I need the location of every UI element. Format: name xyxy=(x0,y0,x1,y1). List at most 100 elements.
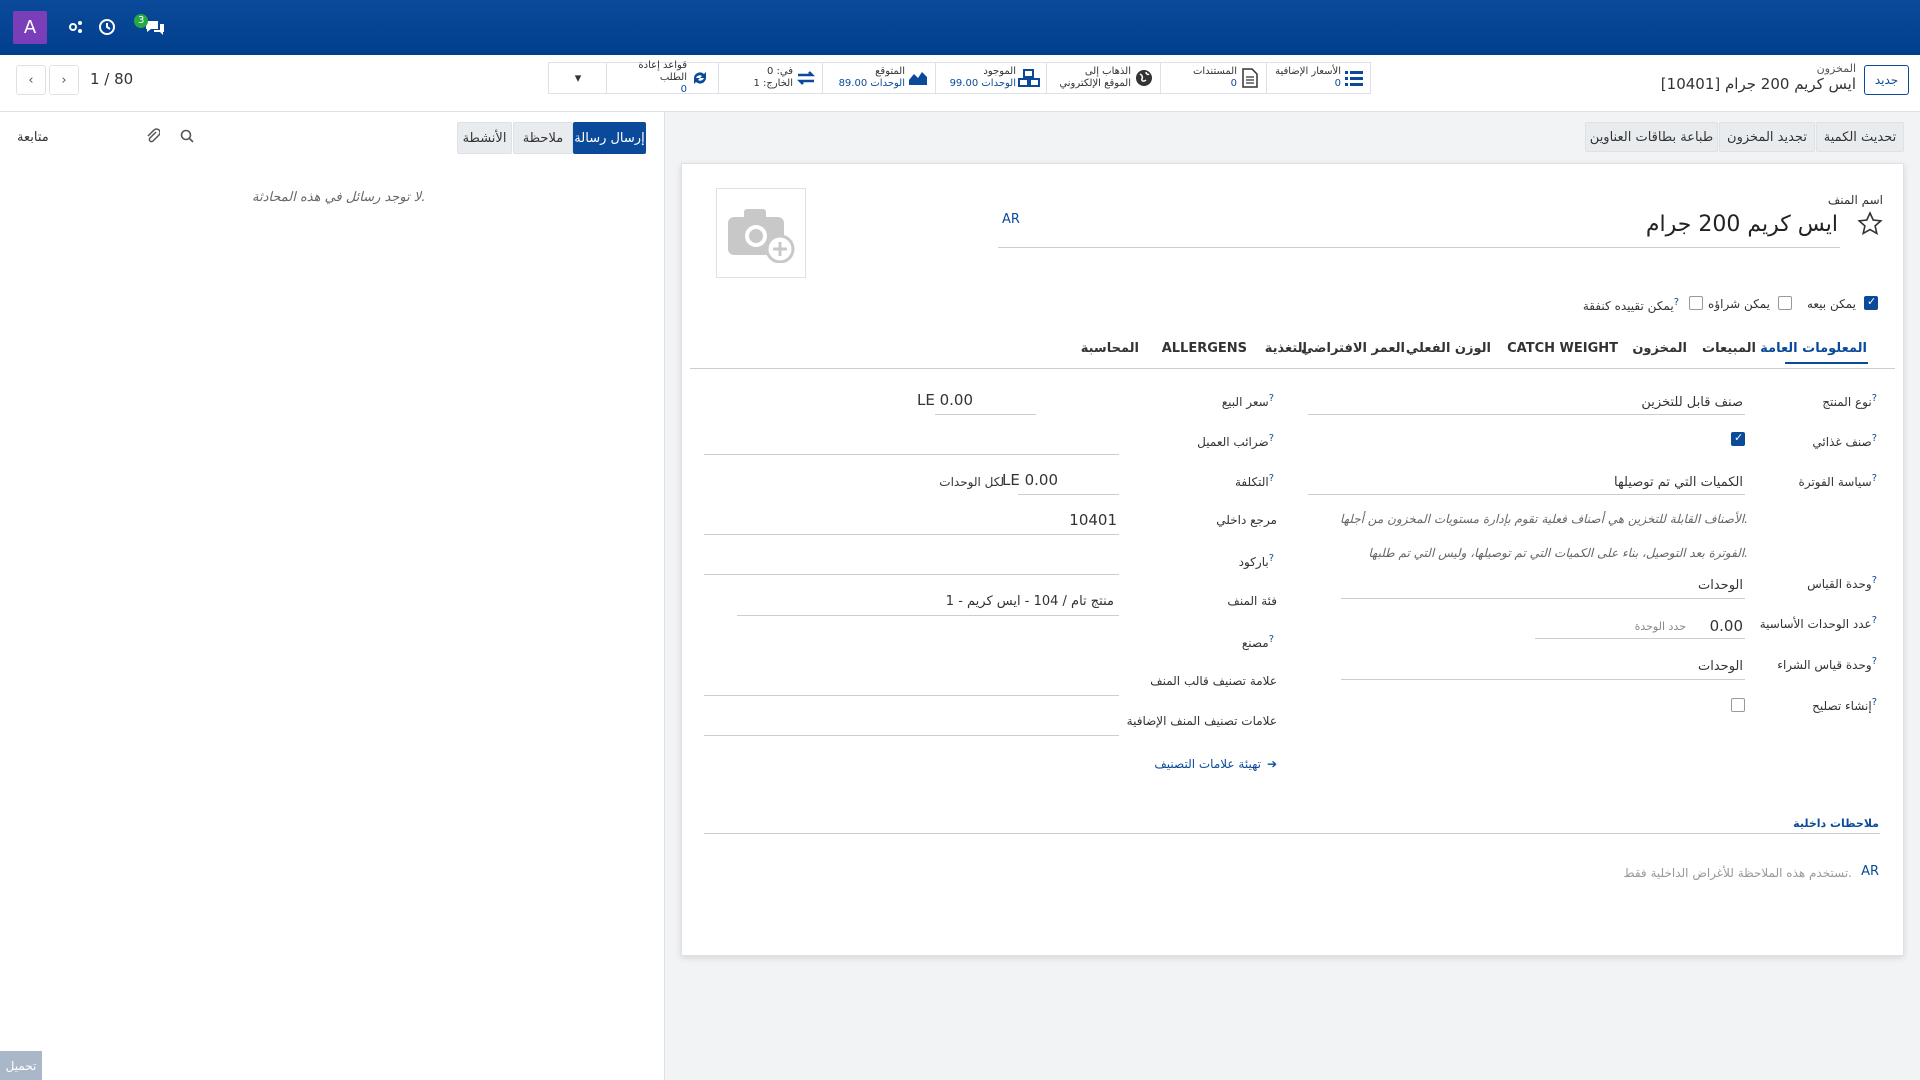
notes-language-toggle[interactable]: AR xyxy=(1861,864,1879,879)
category-select[interactable]: 1 - منتج تام / 104 - ايس كريم xyxy=(946,594,1114,609)
active-tab-indicator xyxy=(1785,362,1868,364)
print-labels-button[interactable]: طباعة بطاقات العناوين xyxy=(1585,122,1718,152)
barcode-label: باركود? xyxy=(1238,553,1274,569)
activities-button[interactable]: الأنشطة xyxy=(457,122,512,154)
cost-input[interactable]: LE 0.00 xyxy=(1002,471,1058,489)
can-expense-checkbox[interactable] xyxy=(1689,296,1703,310)
purchase-uom-select[interactable]: الوحدات xyxy=(1698,659,1743,674)
tabs-divider xyxy=(690,368,1895,369)
cost-label: التكلفة? xyxy=(1234,473,1274,489)
food-product-label: صنف غذائي? xyxy=(1812,433,1877,449)
can-sell-checkbox[interactable] xyxy=(1864,295,1878,310)
product-type-underline xyxy=(1308,414,1745,415)
smart-on-hand[interactable]: الموجود 99.00 الوحدات xyxy=(935,63,1046,93)
send-message-button[interactable]: إرسال رسالة xyxy=(573,122,646,154)
invoice-policy-help: الفوترة بعد التوصيل، بناء على الكميات ال… xyxy=(1368,546,1748,560)
follow-button[interactable]: متابعة xyxy=(17,130,49,145)
category-label: فئة المنف xyxy=(1227,594,1277,608)
purchase-uom-label: وحدة قياس الشراء? xyxy=(1777,656,1877,672)
template-tag-underline xyxy=(704,695,1119,696)
caret-down-icon: ▾ xyxy=(574,70,582,86)
pager-next-button[interactable]: › xyxy=(49,65,79,95)
more-dropdown-button[interactable]: ▾ xyxy=(549,63,607,93)
activity-icon[interactable] xyxy=(64,15,88,39)
internal-notes-label: ملاحظات داخلية xyxy=(1793,817,1879,830)
product-name-input[interactable]: ايس كريم 200 جرام xyxy=(1646,212,1838,237)
can-purchase-label: يمكن شراؤه xyxy=(1708,297,1770,311)
tab-actual-weight[interactable]: الوزن الفعلي xyxy=(1406,341,1491,356)
product-type-select[interactable]: صنف قابل للتخزين xyxy=(1641,395,1743,410)
new-button[interactable]: جديد xyxy=(1864,65,1909,95)
invoice-policy-select[interactable]: الكميات التي تم توصيلها xyxy=(1614,475,1743,490)
tab-general-info[interactable]: المعلومات العامة xyxy=(1760,341,1867,356)
tab-sales[interactable]: المبيعات xyxy=(1702,341,1756,356)
chevron-left-icon: ‹ xyxy=(28,72,34,88)
internal-ref-label: مرجع داخلي xyxy=(1216,513,1277,527)
category-underline xyxy=(737,615,1119,616)
base-units-placeholder[interactable]: حدد الوحدة xyxy=(1635,620,1686,633)
smart-reorder-rules[interactable]: قواعد إعادة الطلب 0 xyxy=(606,60,718,95)
language-toggle[interactable]: AR xyxy=(1002,212,1020,227)
extra-tags-label: علامات تصنيف المنف الإضافية xyxy=(1126,714,1277,728)
create-repair-checkbox[interactable] xyxy=(1731,698,1745,712)
uom-label: وحدة القياس? xyxy=(1807,575,1877,591)
globe-icon xyxy=(1131,69,1157,87)
smart-extra-prices[interactable]: الأسعار الإضافية 0 xyxy=(1266,63,1370,93)
create-repair-label: إنشاء تصليح? xyxy=(1812,697,1877,713)
smart-in-out[interactable]: في: 0 الخارج: 1 xyxy=(718,63,822,93)
tab-shelf-life[interactable]: العمر الافتراضي xyxy=(1301,341,1405,356)
base-units-underline xyxy=(1535,638,1745,639)
refresh-icon xyxy=(687,69,713,87)
chatter-panel xyxy=(0,112,665,1080)
tab-accounting[interactable]: المحاسبة xyxy=(1081,341,1139,356)
base-units-input[interactable]: 0.00 xyxy=(1710,617,1743,635)
barcode-underline xyxy=(704,574,1119,575)
update-quantity-button[interactable]: تحديث الكمية xyxy=(1816,122,1904,152)
chevron-right-icon: › xyxy=(61,72,67,88)
food-product-checkbox[interactable] xyxy=(1731,431,1745,446)
configure-tags-link[interactable]: ➔ تهيئة علامات التصنيف xyxy=(1154,757,1277,771)
uom-select[interactable]: الوحدات xyxy=(1698,578,1743,593)
product-name-underline xyxy=(998,247,1840,248)
purchase-uom-underline xyxy=(1341,679,1745,680)
cost-underline xyxy=(1018,494,1119,495)
exchange-icon xyxy=(793,70,819,86)
log-note-button[interactable]: ملاحظة xyxy=(513,122,573,154)
search-icon[interactable] xyxy=(180,129,194,147)
base-units-label: عدد الوحدات الأساسية? xyxy=(1759,615,1877,631)
internal-notes-input[interactable]: تستخدم هذه الملاحظة للأغراض الداخلية فقط… xyxy=(1623,866,1852,880)
template-tag-label: علامة تصنيف قالب المنف xyxy=(1150,674,1277,688)
product-image[interactable] xyxy=(716,188,806,278)
customer-taxes-underline xyxy=(704,454,1119,455)
smart-forecasted[interactable]: المتوقع 89.00 الوحدات xyxy=(822,63,935,93)
cost-uom-suffix: لكل الوحدات xyxy=(939,475,1004,489)
tab-allergens[interactable]: ALLERGENS xyxy=(1162,341,1247,356)
breadcrumb-parent[interactable]: المخزون xyxy=(1661,62,1856,75)
can-sell-label: يمكن بيعه xyxy=(1806,297,1856,311)
smart-go-to-website[interactable]: الذهاب إلى الموقع الإلكتروني xyxy=(1046,63,1160,93)
pager-prev-button[interactable]: ‹ xyxy=(16,65,46,95)
tab-catch-weight[interactable]: CATCH WEIGHT xyxy=(1507,341,1618,356)
can-purchase-checkbox[interactable] xyxy=(1778,296,1792,310)
user-avatar[interactable]: A xyxy=(13,11,47,44)
smart-documents[interactable]: المستندات 0 xyxy=(1160,63,1266,93)
chart-area-icon xyxy=(905,70,931,86)
internal-ref-input[interactable]: 10401 xyxy=(1069,511,1117,529)
internal-ref-underline xyxy=(704,534,1119,535)
top-navbar: A 3 xyxy=(0,0,1920,55)
tab-nutrition[interactable]: التغذية xyxy=(1265,341,1307,356)
paperclip-icon[interactable] xyxy=(146,128,161,148)
extra-tags-underline xyxy=(704,735,1119,736)
sale-price-input[interactable]: LE 0.00 xyxy=(917,391,973,409)
replenish-button[interactable]: تجديد المخزون xyxy=(1719,122,1815,152)
camera-plus-icon xyxy=(728,209,795,263)
pager-value[interactable]: 1 / 80 xyxy=(90,70,133,88)
breadcrumb: المخزون [10401] ايس كريم 200 جرام xyxy=(1661,62,1856,93)
customer-taxes-label: ضرائب العميل? xyxy=(1197,433,1274,449)
star-icon[interactable] xyxy=(1857,211,1883,241)
uom-underline xyxy=(1341,598,1745,599)
clock-icon[interactable] xyxy=(95,15,119,39)
tab-inventory[interactable]: المخزون xyxy=(1632,341,1687,356)
cubes-icon xyxy=(1016,69,1042,87)
breadcrumb-current: [10401] ايس كريم 200 جرام xyxy=(1660,75,1856,93)
